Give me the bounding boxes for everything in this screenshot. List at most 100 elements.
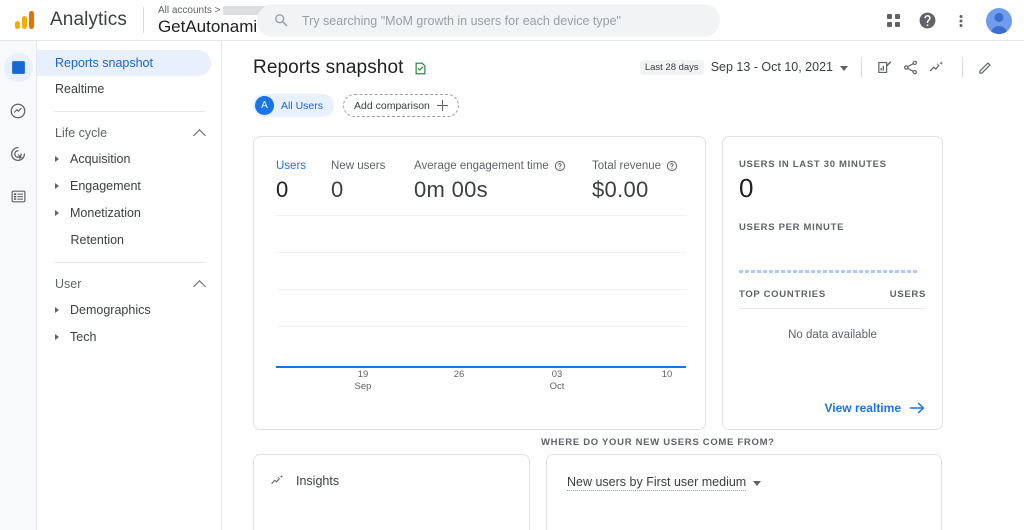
per-minute-bar	[835, 270, 839, 273]
metric-label: Total revenue	[592, 160, 661, 172]
sidebar-group-label: User	[55, 277, 81, 291]
metric-new-users[interactable]: New users 0	[331, 160, 414, 203]
chevron-right-icon	[55, 183, 59, 189]
per-minute-bar	[817, 270, 821, 273]
reports-bar-chart-icon	[10, 59, 27, 76]
rail-item-explore[interactable]	[4, 96, 33, 125]
rail-item-library[interactable]	[4, 182, 33, 211]
brand-name: Analytics	[50, 9, 127, 31]
customize-report-icon[interactable]	[871, 54, 897, 80]
divider	[861, 57, 862, 78]
x-tick-label: 26	[444, 369, 474, 381]
search-icon	[273, 12, 290, 29]
help-circle-icon[interactable]	[912, 6, 942, 36]
per-minute-bar	[811, 270, 815, 273]
account-selector[interactable]: All accounts > GetAutonami	[158, 0, 272, 41]
chevron-down-icon	[753, 481, 761, 486]
search-placeholder: Try searching "MoM growth in users for e…	[302, 14, 621, 28]
sidebar-item-tech[interactable]: Tech	[37, 323, 211, 350]
view-realtime-link[interactable]: View realtime	[825, 401, 927, 415]
apps-grid-icon[interactable]	[878, 6, 908, 36]
per-minute-bar	[775, 270, 779, 273]
per-minute-bar	[907, 270, 911, 273]
page-title: Reports snapshot	[253, 57, 404, 79]
sidebar-item-label: Engagement	[70, 179, 141, 193]
sidebar-group-user[interactable]: User	[37, 272, 221, 296]
insights-header[interactable]: Insights	[270, 473, 509, 488]
chevron-up-icon	[193, 280, 206, 293]
realtime-card: USERS IN LAST 30 MINUTES 0 USERS PER MIN…	[722, 136, 943, 430]
help-circle-icon[interactable]	[554, 160, 566, 172]
per-minute-bar	[877, 270, 881, 273]
page-header: Reports snapshot Last 28 days Sep 13 - O…	[222, 41, 1024, 117]
users-line-chart[interactable]	[276, 215, 686, 375]
more-vert-icon[interactable]	[946, 6, 976, 36]
add-comparison-button[interactable]: Add comparison	[343, 94, 459, 117]
realtime-per-minute-label: USERS PER MINUTE	[739, 222, 926, 233]
user-avatar[interactable]	[986, 8, 1012, 34]
sidebar: Reports snapshot Realtime Life cycle Acq…	[37, 41, 222, 530]
date-range-controls: Last 28 days Sep 13 - Oct 10, 2021	[640, 54, 998, 80]
sidebar-item-label: Demographics	[70, 303, 151, 317]
metrics-row: Users 0 New users 0 Average engagement t…	[254, 137, 705, 203]
property-name-row[interactable]: GetAutonami	[158, 17, 272, 37]
per-minute-bar	[889, 270, 893, 273]
sidebar-divider	[54, 262, 205, 263]
dimension-selector[interactable]: New users by First user medium	[567, 475, 761, 491]
insights-sparkline-icon	[270, 473, 285, 488]
chip-all-users[interactable]: A All Users	[253, 94, 334, 117]
sidebar-item-label: Reports snapshot	[55, 56, 153, 70]
divider	[962, 57, 963, 78]
insights-icon[interactable]	[923, 54, 949, 80]
per-minute-bar	[883, 270, 887, 273]
chevron-right-icon	[55, 307, 59, 313]
per-minute-bar	[799, 270, 803, 273]
arrow-right-icon	[909, 401, 926, 415]
sidebar-item-demographics[interactable]: Demographics	[37, 296, 211, 323]
sidebar-item-label: Acquisition	[70, 152, 130, 166]
date-range-value[interactable]: Sep 13 - Oct 10, 2021	[711, 60, 833, 74]
per-minute-bar	[871, 270, 875, 273]
sidebar-item-monetization[interactable]: Monetization	[37, 199, 211, 226]
metric-value: 0	[331, 177, 414, 203]
bottom-cards-row: WHERE DO YOUR NEW USERS COME FROM? Insig…	[253, 454, 1000, 530]
per-minute-bar	[745, 270, 749, 273]
search-input[interactable]: Try searching "MoM growth in users for e…	[257, 4, 720, 37]
per-minute-bar	[793, 270, 797, 273]
help-circle-icon[interactable]	[666, 160, 678, 172]
chip-avatar: A	[255, 96, 274, 115]
data-quality-check-icon[interactable]	[413, 61, 428, 76]
realtime-per-minute-chart	[739, 267, 926, 273]
sidebar-item-reports-snapshot[interactable]: Reports snapshot	[37, 50, 211, 76]
rail-item-advertising[interactable]	[4, 139, 33, 168]
topbar-actions	[878, 0, 1012, 41]
edit-pencil-icon[interactable]	[972, 54, 998, 80]
sidebar-item-acquisition[interactable]: Acquisition	[37, 145, 211, 172]
metric-value: 0	[276, 177, 331, 203]
x-tick-sublabel: Oct	[542, 381, 572, 393]
per-minute-bar	[859, 270, 863, 273]
sidebar-item-realtime[interactable]: Realtime	[37, 76, 211, 102]
plus-icon	[437, 100, 448, 111]
metric-avg-engagement-time[interactable]: Average engagement time 0m 00s	[414, 160, 592, 203]
sidebar-item-retention[interactable]: Retention	[37, 226, 211, 253]
view-realtime-label: View realtime	[825, 401, 902, 415]
sidebar-item-engagement[interactable]: Engagement	[37, 172, 211, 199]
sidebar-group-life-cycle[interactable]: Life cycle	[37, 121, 221, 145]
metric-users[interactable]: Users 0	[276, 160, 331, 203]
active-metric-indicator	[276, 136, 312, 137]
realtime-users-value: 0	[739, 173, 926, 204]
rail-item-reports[interactable]	[4, 53, 33, 82]
per-minute-bar	[823, 270, 827, 273]
metric-total-revenue[interactable]: Total revenue $0.00	[592, 160, 678, 203]
share-icon[interactable]	[897, 54, 923, 80]
per-minute-bar	[805, 270, 809, 273]
chart-series-users	[276, 366, 686, 368]
chevron-down-icon[interactable]	[840, 66, 848, 71]
sidebar-item-label: Realtime	[55, 82, 104, 96]
add-comparison-label: Add comparison	[354, 100, 430, 112]
comparison-chips: A All Users Add comparison	[253, 94, 1000, 117]
realtime-users-label: USERS IN LAST 30 MINUTES	[739, 159, 926, 170]
account-breadcrumb: All accounts >	[158, 5, 272, 17]
per-minute-bar	[787, 270, 791, 273]
